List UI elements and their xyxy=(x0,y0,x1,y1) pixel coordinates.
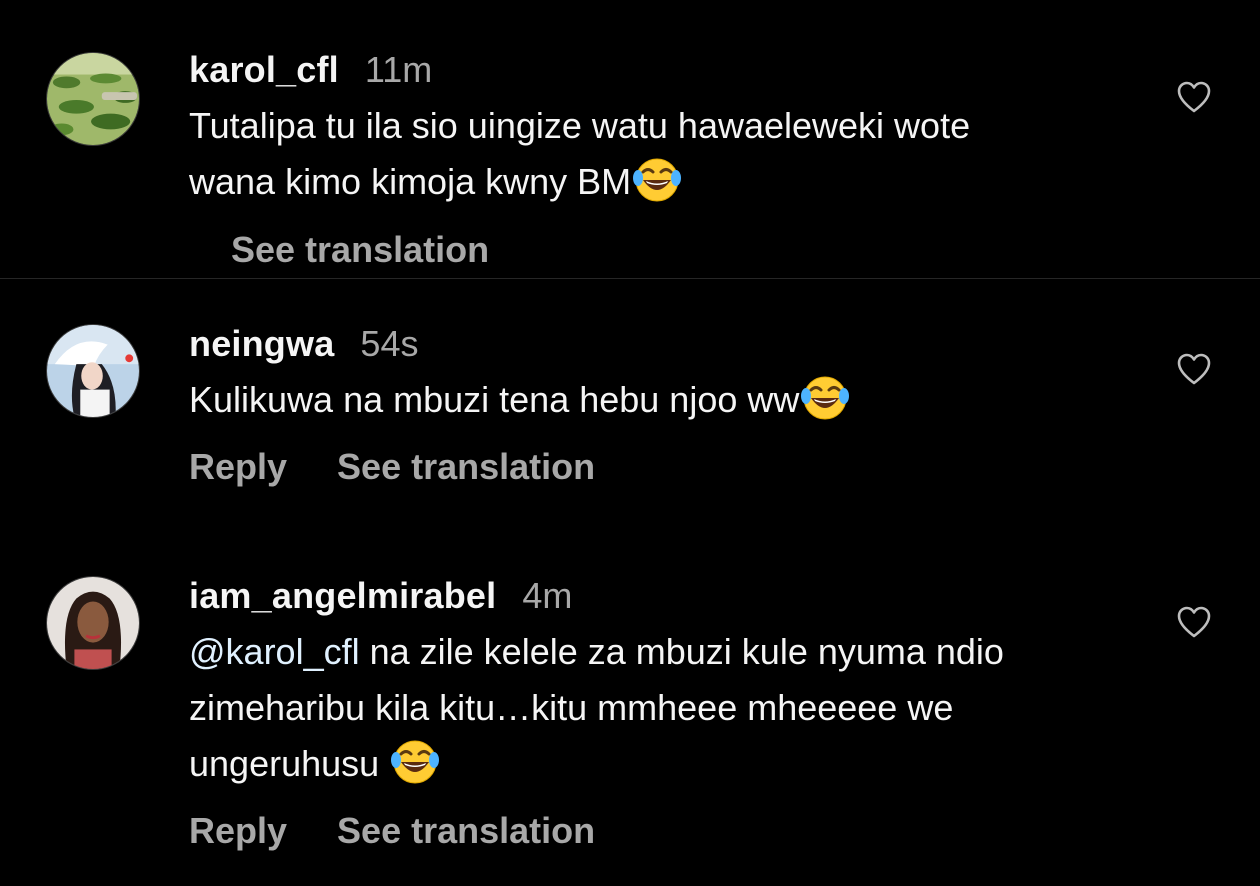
mention-link[interactable]: @karol_cfl xyxy=(189,631,360,672)
heart-outline-icon[interactable] xyxy=(1176,352,1212,386)
landscape-avatar-image xyxy=(47,53,139,145)
comment-text: Kulikuwa na mbuzi tena hebu njoo ww xyxy=(189,372,1149,428)
comment-text-fragment: na zile kelele za mbuzi kule nyuma ndio xyxy=(359,631,1004,672)
comment-text: Tutalipa tu ila sio uingize watu hawaele… xyxy=(189,98,1149,210)
see-translation-button[interactable]: See translation xyxy=(337,810,595,851)
comment-actions: Reply See translation xyxy=(189,445,595,489)
comment-text-line: Tutalipa tu ila sio uingize watu hawaele… xyxy=(189,105,971,146)
username[interactable]: neingwa xyxy=(189,323,334,364)
comment-item: iam_angelmirabel 4m @karol_cfl na zile ke… xyxy=(0,540,1260,886)
heart-outline-icon[interactable] xyxy=(1176,80,1212,114)
comment-text-line: Kulikuwa na mbuzi tena hebu njoo ww xyxy=(189,372,1149,428)
comment-header: karol_cfl 11m xyxy=(189,48,432,92)
reply-button[interactable]: Reply xyxy=(189,446,287,487)
heart-outline-icon[interactable] xyxy=(1176,605,1212,639)
comment-actions: See translation xyxy=(231,228,489,272)
comment-text-line: ungeruhusu xyxy=(189,736,1149,792)
avatar[interactable] xyxy=(46,324,140,418)
timestamp: 11m xyxy=(364,49,433,90)
comment-item: neingwa 54s Kulikuwa na mbuzi tena hebu n… xyxy=(0,279,1260,539)
comment-actions: Reply See translation xyxy=(189,809,595,853)
username[interactable]: karol_cfl xyxy=(189,49,339,90)
person-avatar-image xyxy=(47,325,139,417)
username[interactable]: iam_angelmirabel xyxy=(189,575,496,616)
person-avatar-image xyxy=(47,577,139,669)
comment-text-fragment: ungeruhusu xyxy=(189,743,390,784)
comment-text-fragment: wana kimo kimoja kwny BM xyxy=(189,161,632,202)
see-translation-button[interactable]: See translation xyxy=(337,446,595,487)
face-with-tears-of-joy-icon xyxy=(633,156,681,204)
face-with-tears-of-joy-icon xyxy=(801,374,849,422)
timestamp: 4m xyxy=(522,575,573,616)
avatar[interactable] xyxy=(46,52,140,146)
comment-text-fragment: Kulikuwa na mbuzi tena hebu njoo ww xyxy=(189,379,800,420)
comment-header: iam_angelmirabel 4m xyxy=(189,574,572,618)
comment-text-line: zimeharibu kila kitu…kitu mmheee mheeeee… xyxy=(189,687,954,728)
face-with-tears-of-joy-icon xyxy=(391,738,439,786)
timestamp: 54s xyxy=(360,323,419,364)
comment-item: karol_cfl 11m Tutalipa tu ila sio uingize… xyxy=(0,0,1260,278)
comment-header: neingwa 54s xyxy=(189,322,418,366)
avatar[interactable] xyxy=(46,576,140,670)
reply-button[interactable]: Reply xyxy=(189,810,287,851)
see-translation-button[interactable]: See translation xyxy=(231,229,489,270)
comment-text: @karol_cfl na zile kelele za mbuzi kule … xyxy=(189,624,1149,792)
comment-text-line: @karol_cfl na zile kelele za mbuzi kule … xyxy=(189,624,1149,680)
comment-text-line: wana kimo kimoja kwny BM xyxy=(189,154,1149,210)
